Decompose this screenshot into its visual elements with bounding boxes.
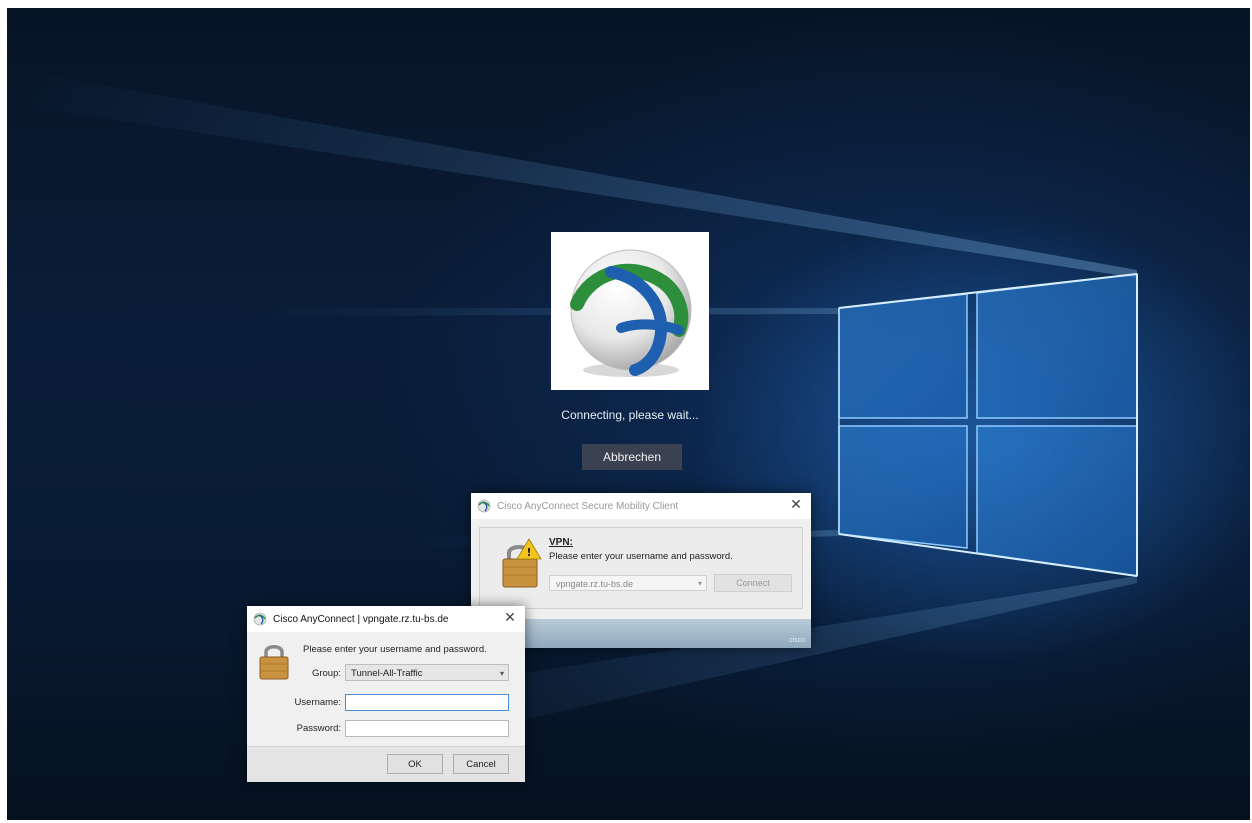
login-dialog: Cisco AnyConnect | vpngate.rz.tu-bs.de ✕… bbox=[247, 606, 525, 782]
server-value: vpngate.rz.tu-bs.de bbox=[556, 579, 634, 589]
anyconnect-splash-tile bbox=[551, 232, 709, 390]
close-icon[interactable]: ✕ bbox=[789, 498, 803, 512]
group-select[interactable]: Tunnel-All-Traffic ▾ bbox=[345, 664, 509, 681]
chevron-down-icon: ▾ bbox=[697, 579, 702, 588]
vpn-heading: VPN: bbox=[549, 537, 573, 548]
dialog-title: Cisco AnyConnect | vpngate.rz.tu-bs.de bbox=[273, 613, 449, 625]
titlebar: Cisco AnyConnect | vpngate.rz.tu-bs.de ✕ bbox=[247, 606, 525, 632]
anyconnect-logo bbox=[570, 249, 692, 377]
username-input[interactable] bbox=[345, 694, 509, 711]
window-title: Cisco AnyConnect Secure Mobility Client bbox=[497, 500, 679, 512]
cancel-button[interactable]: Cancel bbox=[453, 754, 509, 774]
chevron-down-icon: ▾ bbox=[499, 669, 504, 678]
username-label: Username: bbox=[294, 697, 341, 708]
anyconnect-icon bbox=[253, 612, 267, 626]
svg-text:!: ! bbox=[526, 546, 531, 559]
anyconnect-icon bbox=[477, 499, 491, 513]
titlebar: Cisco AnyConnect Secure Mobility Client … bbox=[471, 493, 811, 519]
lock-warning-icon: ! bbox=[502, 538, 542, 588]
group-value: Tunnel-All-Traffic bbox=[351, 668, 423, 679]
connect-button[interactable]: Connect bbox=[714, 574, 792, 592]
desktop-background: Connecting, please wait... Abbrechen Cis… bbox=[7, 8, 1250, 820]
connecting-status: Connecting, please wait... bbox=[561, 408, 699, 422]
close-icon[interactable]: ✕ bbox=[503, 611, 517, 625]
ok-button[interactable]: OK bbox=[387, 754, 443, 774]
server-combo[interactable]: vpngate.rz.tu-bs.de ▾ bbox=[549, 575, 707, 591]
vpn-message: Please enter your username and password. bbox=[549, 551, 733, 562]
abbrechen-button[interactable]: Abbrechen bbox=[582, 444, 682, 470]
group-label: Group: bbox=[311, 668, 341, 679]
password-label: Password: bbox=[296, 723, 341, 734]
password-input[interactable] bbox=[345, 720, 509, 737]
cisco-stamp: cisco bbox=[789, 637, 805, 644]
login-message: Please enter your username and password. bbox=[303, 644, 487, 655]
